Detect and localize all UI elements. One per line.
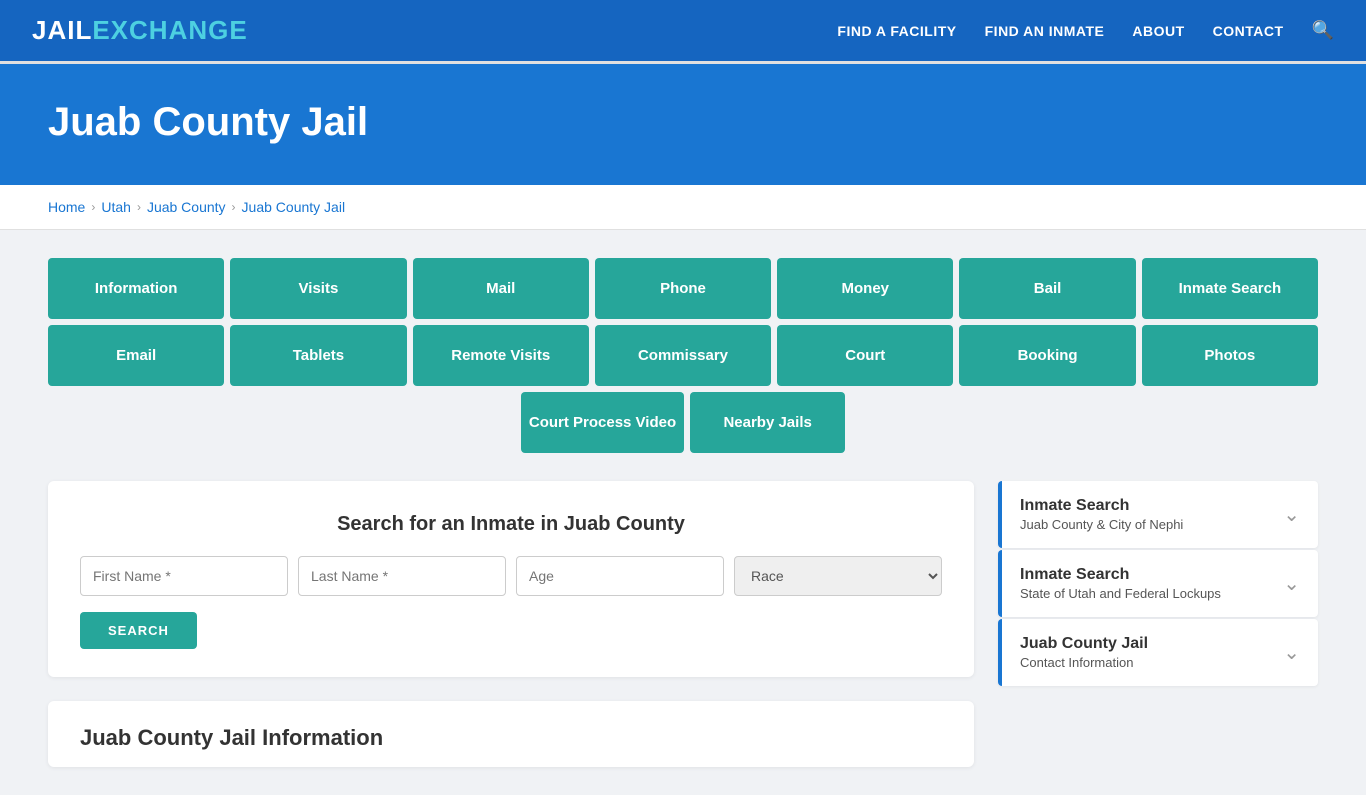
chevron-down-icon-1: ⌄ [1283,571,1300,596]
btn-bail[interactable]: Bail [959,258,1135,319]
sidebar-item-juab-county-search-header[interactable]: Inmate Search Juab County & City of Neph… [998,481,1318,548]
chevron-down-icon-2: ⌄ [1283,640,1300,665]
logo-jail: JAIL [32,15,92,46]
breadcrumb-juab-jail[interactable]: Juab County Jail [242,199,346,215]
age-input[interactable] [516,556,724,596]
first-name-input[interactable] [80,556,288,596]
btn-remote-visits[interactable]: Remote Visits [413,325,589,386]
navbar: JAILEXCHANGE FIND A FACILITY FIND AN INM… [0,0,1366,64]
navbar-links: FIND A FACILITY FIND AN INMATE ABOUT CON… [837,20,1334,41]
sidebar-label-1: Inmate Search [1020,566,1221,584]
sidebar-sub-1: State of Utah and Federal Lockups [1020,586,1221,601]
race-select[interactable]: Race White Black Hispanic Asian Other [734,556,942,596]
sidebar: Inmate Search Juab County & City of Neph… [998,481,1318,688]
button-grid-row2: Email Tablets Remote Visits Commissary C… [48,325,1318,386]
btn-phone[interactable]: Phone [595,258,771,319]
nav-find-inmate[interactable]: FIND AN INMATE [985,23,1105,39]
chevron-down-icon-0: ⌄ [1283,502,1300,527]
sidebar-item-contact-info-header[interactable]: Juab County Jail Contact Information ⌄ [998,619,1318,686]
breadcrumb-sep-1: › [91,200,95,214]
btn-email[interactable]: Email [48,325,224,386]
button-grid-row1: Information Visits Mail Phone Money Bail… [48,258,1318,319]
sidebar-sub-2: Contact Information [1020,655,1148,670]
btn-tablets[interactable]: Tablets [230,325,406,386]
btn-photos[interactable]: Photos [1142,325,1318,386]
search-icon[interactable]: 🔍 [1312,20,1334,41]
breadcrumb-utah[interactable]: Utah [101,199,131,215]
sidebar-item-utah-federal-search-header[interactable]: Inmate Search State of Utah and Federal … [998,550,1318,617]
btn-booking[interactable]: Booking [959,325,1135,386]
btn-inmate-search[interactable]: Inmate Search [1142,258,1318,319]
search-button[interactable]: SEARCH [80,612,197,649]
page-title: Juab County Jail [48,100,1318,145]
hero-banner: Juab County Jail [0,64,1366,185]
search-fields: Race White Black Hispanic Asian Other [80,556,942,596]
breadcrumb-sep-2: › [137,200,141,214]
sidebar-sub-0: Juab County & City of Nephi [1020,517,1183,532]
breadcrumb-sep-3: › [232,200,236,214]
btn-information[interactable]: Information [48,258,224,319]
nav-find-facility[interactable]: FIND A FACILITY [837,23,956,39]
btn-nearby-jails[interactable]: Nearby Jails [690,392,845,453]
btn-court-process-video[interactable]: Court Process Video [521,392,684,453]
btn-court[interactable]: Court [777,325,953,386]
nav-contact[interactable]: CONTACT [1213,23,1284,39]
nav-about[interactable]: ABOUT [1132,23,1184,39]
breadcrumb: Home › Utah › Juab County › Juab County … [0,185,1366,230]
site-logo[interactable]: JAILEXCHANGE [32,15,248,46]
section-info: Juab County Jail Information [48,701,974,767]
btn-money[interactable]: Money [777,258,953,319]
sidebar-item-juab-county-search: Inmate Search Juab County & City of Neph… [998,481,1318,548]
sidebar-label-2: Juab County Jail [1020,635,1148,653]
section-heading: Juab County Jail Information [80,725,942,751]
main-content: Information Visits Mail Phone Money Bail… [0,230,1366,795]
last-name-input[interactable] [298,556,506,596]
sidebar-item-utah-federal-search: Inmate Search State of Utah and Federal … [998,550,1318,617]
breadcrumb-juab-county[interactable]: Juab County [147,199,226,215]
btn-visits[interactable]: Visits [230,258,406,319]
breadcrumb-home[interactable]: Home [48,199,85,215]
logo-exchange: EXCHANGE [92,15,247,46]
btn-commissary[interactable]: Commissary [595,325,771,386]
search-title: Search for an Inmate in Juab County [80,513,942,536]
button-grid-row3: Court Process Video Nearby Jails [48,392,1318,453]
sidebar-item-contact-info: Juab County Jail Contact Information ⌄ [998,619,1318,686]
content-row: Search for an Inmate in Juab County Race… [48,481,1318,767]
inmate-search-box: Search for an Inmate in Juab County Race… [48,481,974,677]
sidebar-label-0: Inmate Search [1020,497,1183,515]
btn-mail[interactable]: Mail [413,258,589,319]
